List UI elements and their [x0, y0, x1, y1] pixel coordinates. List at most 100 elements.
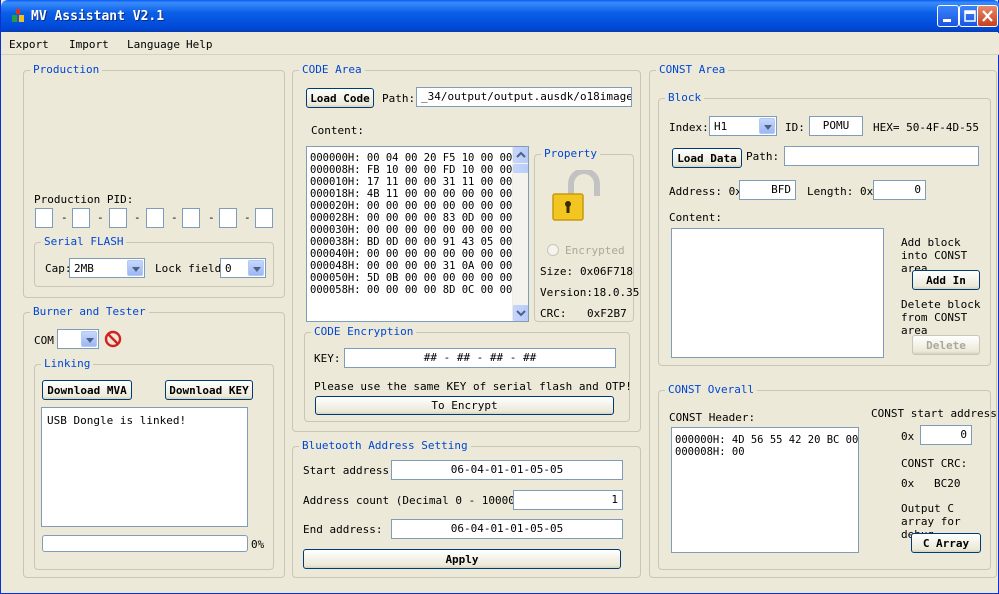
- const-header-area[interactable]: 000000H: 4D 56 55 42 20 BC 00 00 000008H:…: [671, 427, 859, 553]
- const-overall-title: CONST Overall: [665, 384, 758, 396]
- index-value: H1: [714, 120, 728, 133]
- hex-line: 000030H: 00 00 00 00 00 00 00 00: [310, 224, 513, 236]
- production-pid-label: Production PID:: [34, 193, 134, 206]
- block-content-label: Content:: [669, 211, 722, 224]
- download-mva-button[interactable]: Download MVA: [42, 380, 132, 400]
- hex-line: 000010H: 17 11 00 00 31 11 00 00: [310, 176, 513, 188]
- pid-box-5[interactable]: [182, 208, 200, 228]
- com-select[interactable]: [57, 329, 99, 349]
- address-input[interactable]: BFD: [739, 180, 796, 200]
- scroll-up-button[interactable]: [513, 147, 528, 163]
- hex-line: 000000H: 4D 56 55 42 20 BC 00 00: [675, 434, 859, 446]
- hex-line: 000020H: 00 00 00 00 00 00 00 00: [310, 200, 513, 212]
- hex-value-label: HEX= 50-4F-4D-55: [873, 121, 979, 134]
- hex-line: 000058H: 00 00 00 00 8D 0C 00 00: [310, 284, 513, 296]
- pid-separator: -: [244, 211, 251, 224]
- chevron-down-icon[interactable]: [81, 331, 97, 347]
- pid-separator: -: [208, 211, 215, 224]
- end-address-input[interactable]: 06-04-01-01-05-05: [391, 519, 623, 539]
- pid-box-6[interactable]: [219, 208, 237, 228]
- code-path-label: Path:: [382, 92, 416, 105]
- lock-field-label: Lock field: [155, 262, 222, 275]
- cap-value: 2MB: [74, 262, 94, 275]
- production-title: Production: [30, 64, 103, 76]
- const-header-lines: 000000H: 4D 56 55 42 20 BC 00 00 000008H:…: [675, 434, 858, 458]
- address-count-label: Address count (Decimal 0 - 100000):: [303, 494, 535, 507]
- load-code-button[interactable]: Load Code: [306, 88, 374, 108]
- menu-bar: Export Import Language Help: [1, 33, 999, 55]
- block-content-area[interactable]: [671, 228, 884, 358]
- pid-box-4[interactable]: [146, 208, 164, 228]
- pid-box-7[interactable]: [255, 208, 273, 228]
- data-path-label: Path:: [746, 150, 780, 163]
- index-select[interactable]: H1: [709, 116, 777, 136]
- prohibited-icon[interactable]: [104, 330, 122, 348]
- linking-title: Linking: [41, 358, 94, 370]
- key-input[interactable]: ## - ## - ## - ##: [344, 348, 616, 368]
- delete-block-note: Delete block from CONST area: [901, 298, 981, 337]
- encrypted-radio[interactable]: [547, 244, 559, 256]
- id-input[interactable]: POMU: [809, 116, 863, 136]
- load-data-button[interactable]: Load Data: [672, 148, 742, 168]
- hex-line: 000050H: 5D 0B 00 00 00 00 00 00: [310, 272, 513, 284]
- chevron-down-icon[interactable]: [248, 260, 264, 276]
- code-path-input[interactable]: _34/output/output.ausdk/o18image.bin: [416, 87, 632, 107]
- code-content-scrollbar[interactable]: [512, 147, 528, 321]
- const-start-address-input[interactable]: 0: [920, 425, 972, 445]
- const-header-label: CONST Header:: [669, 411, 756, 424]
- title-bar[interactable]: MV Assistant V2.1: [1, 0, 999, 32]
- hex-lines: 000000H: 00 04 00 20 F5 10 00 00 000008H:…: [310, 152, 528, 296]
- apply-button[interactable]: Apply: [303, 549, 621, 569]
- end-address-label: End address:: [303, 523, 383, 536]
- encryption-note: Please use the same KEY of serial flash …: [314, 380, 632, 393]
- minimize-icon: [943, 19, 951, 22]
- minimize-button[interactable]: [937, 5, 959, 27]
- window-title: MV Assistant V2.1: [31, 9, 165, 24]
- cap-select[interactable]: 2MB: [69, 258, 145, 278]
- menu-help[interactable]: Help: [186, 38, 213, 51]
- size-value: 0x06F718: [580, 265, 633, 278]
- const-crc-value: BC20: [934, 477, 961, 490]
- delete-button[interactable]: Delete: [912, 335, 980, 355]
- key-label: KEY:: [314, 352, 341, 365]
- code-content-hex[interactable]: 000000H: 00 04 00 20 F5 10 00 00 000008H:…: [306, 146, 529, 322]
- menu-export[interactable]: Export: [9, 38, 49, 51]
- code-content-label: Content:: [311, 124, 364, 137]
- chevron-down-icon: [516, 310, 526, 317]
- version-value: 18.0.35: [593, 286, 640, 299]
- pid-box-3[interactable]: [109, 208, 127, 228]
- chevron-down-icon[interactable]: [127, 260, 143, 276]
- address-label: Address: 0x: [669, 185, 742, 198]
- close-button[interactable]: [977, 5, 998, 27]
- menu-import[interactable]: Import: [69, 38, 109, 51]
- scroll-thumb[interactable]: [513, 164, 528, 173]
- length-input[interactable]: 0: [873, 180, 926, 200]
- add-in-button[interactable]: Add In: [912, 270, 980, 290]
- linking-progress-bar: [42, 535, 248, 552]
- data-path-input[interactable]: [784, 146, 979, 166]
- chevron-down-icon[interactable]: [759, 118, 775, 134]
- property-title: Property: [541, 148, 600, 160]
- chevron-up-icon: [516, 151, 526, 158]
- crc-label: CRC:: [540, 307, 567, 320]
- encrypted-label: Encrypted: [565, 244, 625, 257]
- encrypt-button[interactable]: To Encrypt: [315, 396, 614, 415]
- pid-box-2[interactable]: [72, 208, 90, 228]
- download-key-button[interactable]: Download KEY: [165, 380, 253, 400]
- hex-line: 000040H: 00 00 00 00 00 00 00 00: [310, 248, 513, 260]
- hex-line: 000018H: 4B 11 00 00 00 00 00 00: [310, 188, 513, 200]
- linking-log[interactable]: USB Dongle is linked!: [41, 407, 248, 527]
- start-address-input[interactable]: 06-04-01-01-05-05: [391, 460, 623, 480]
- hex-line: 000008H: FB 10 00 00 FD 10 00 00: [310, 164, 513, 176]
- address-count-input[interactable]: 1: [513, 490, 623, 510]
- code-encryption-title: CODE Encryption: [311, 326, 417, 338]
- scroll-down-button[interactable]: [513, 305, 528, 321]
- hex-line: 000000H: 00 04 00 20 F5 10 00 00: [310, 152, 513, 164]
- pid-box-1[interactable]: [35, 208, 53, 228]
- lock-field-select[interactable]: 0: [220, 258, 266, 278]
- const-crc-prefix: 0x: [901, 477, 915, 490]
- const-start-prefix: 0x: [901, 430, 915, 443]
- menu-language[interactable]: Language: [127, 38, 180, 51]
- lock-icon: [552, 170, 600, 221]
- c-array-button[interactable]: C Array: [911, 533, 981, 553]
